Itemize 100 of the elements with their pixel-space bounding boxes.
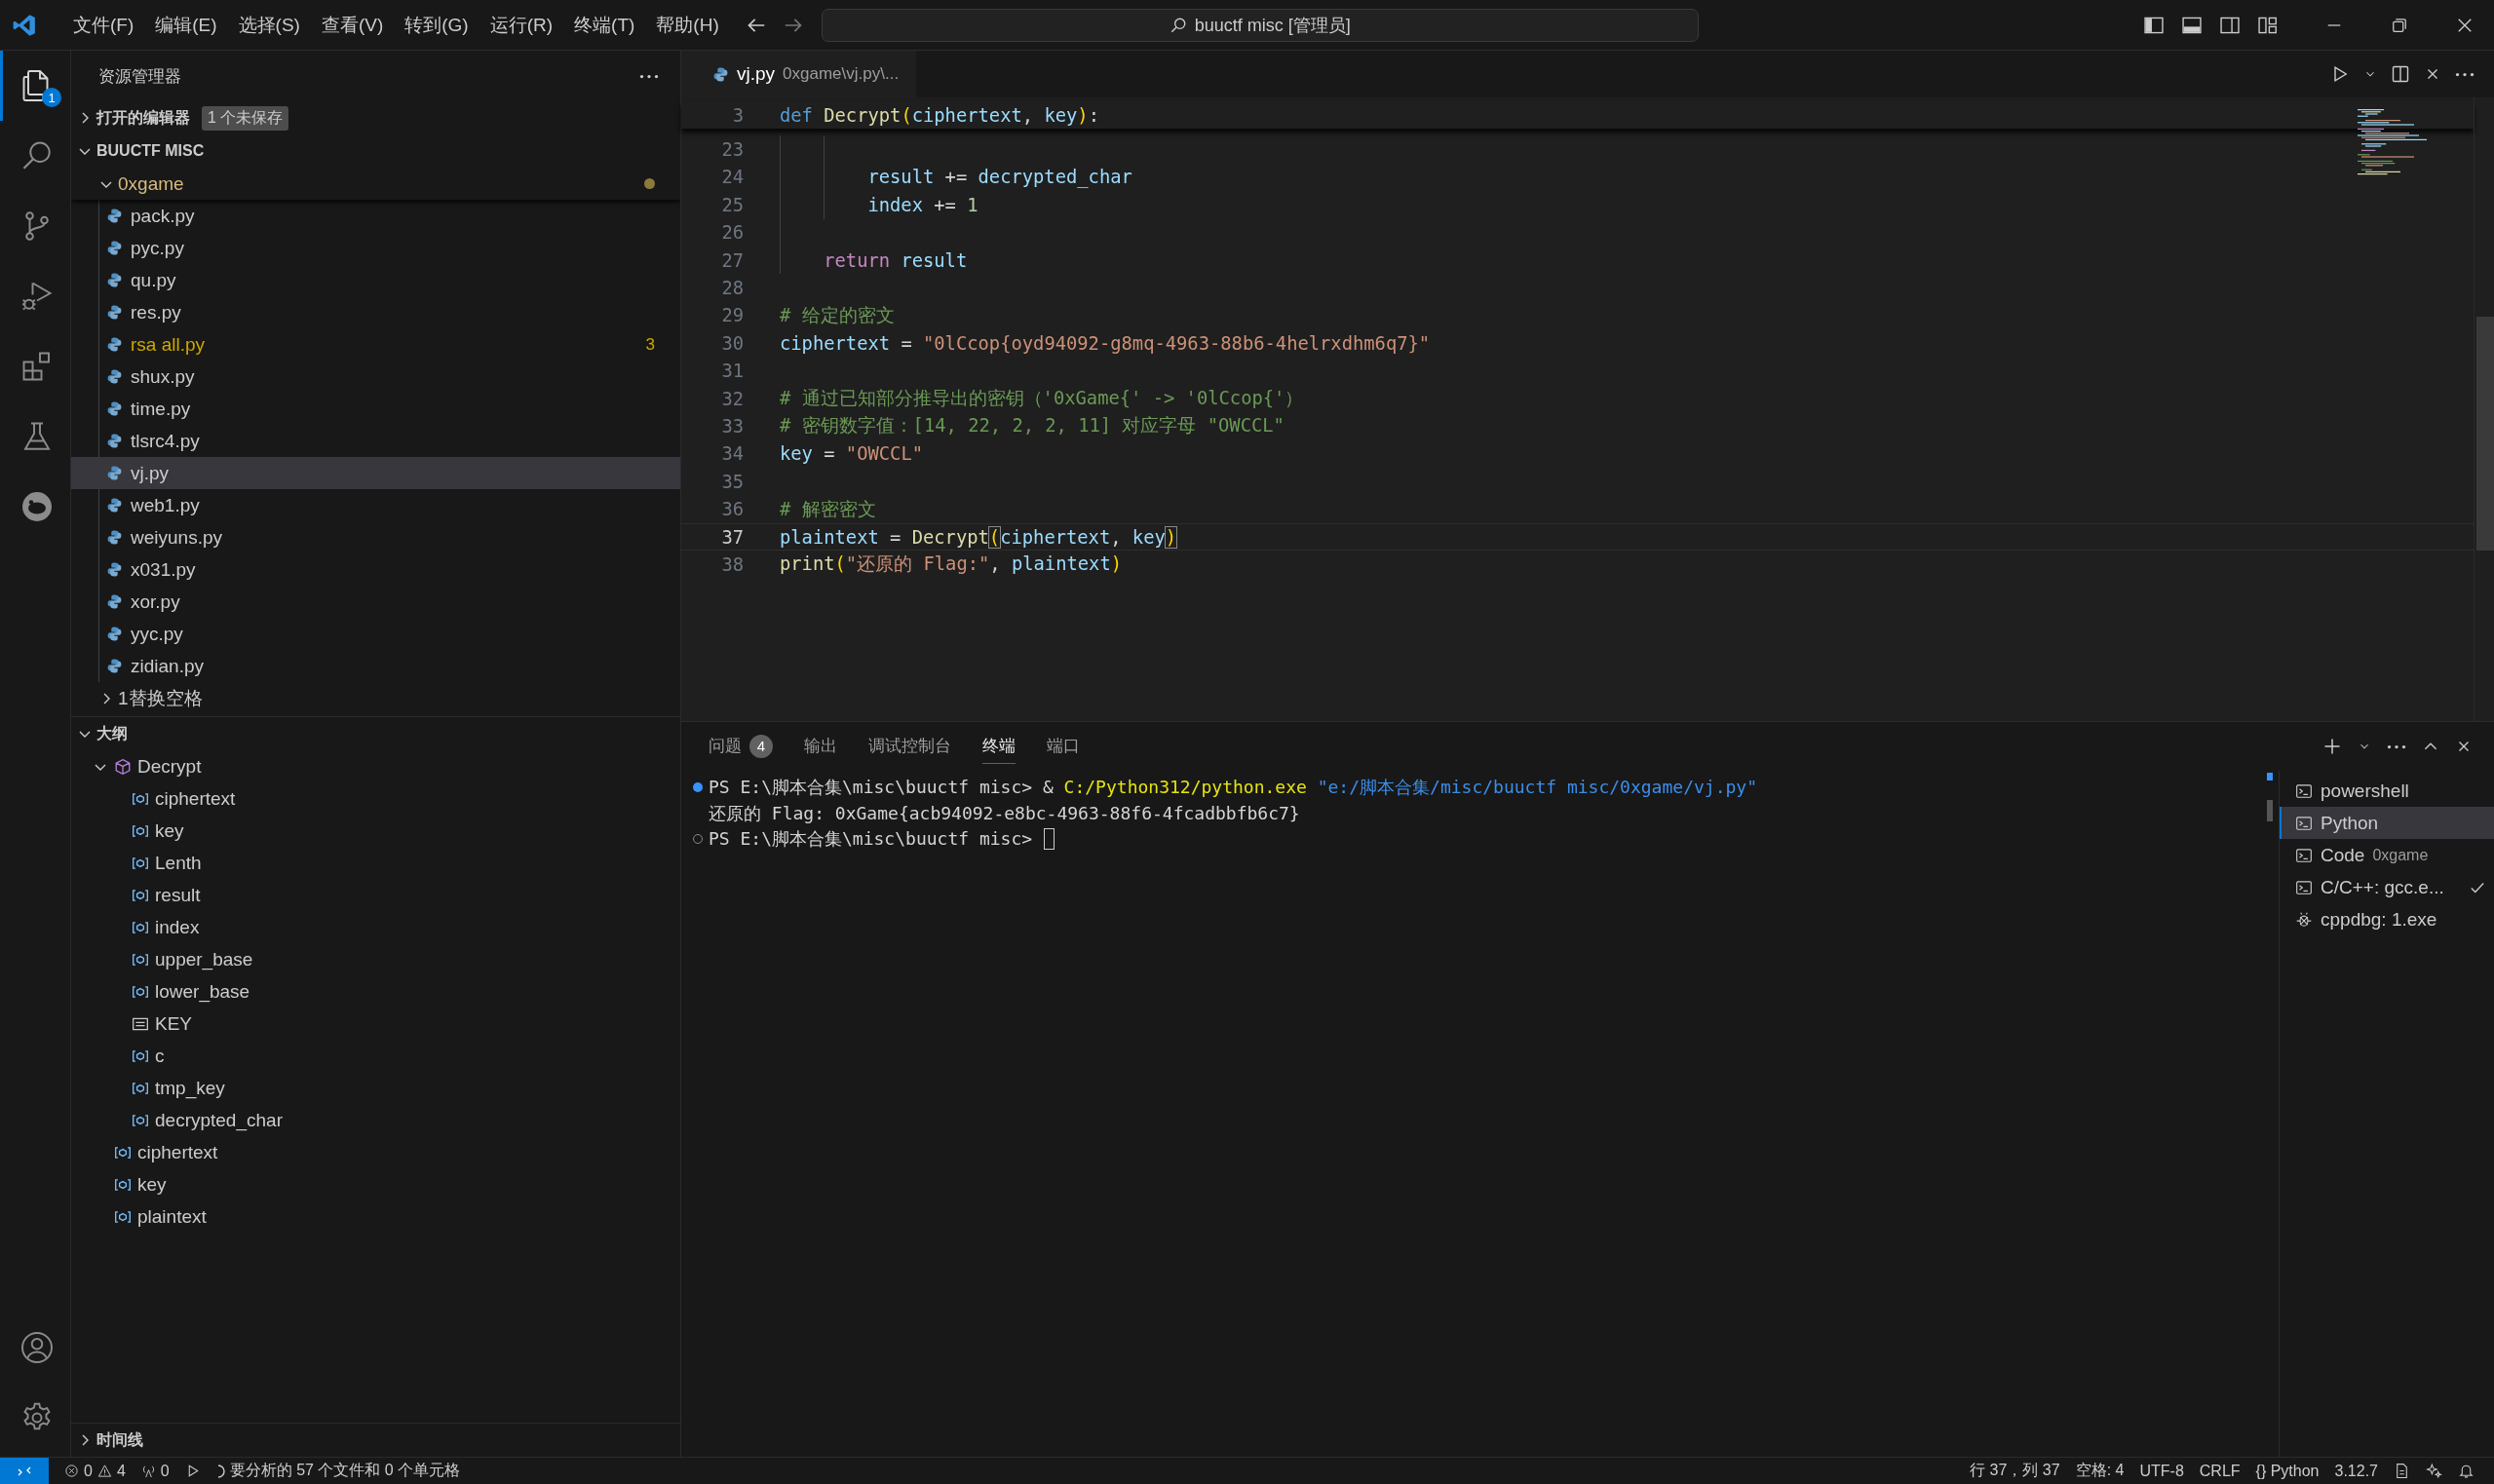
more-actions-icon[interactable] [639,73,659,79]
unsaved-badge: 1 个未保存 [202,105,289,131]
search-icon [1169,16,1187,34]
code-line: key = "OWCCL" [780,443,923,465]
file-row[interactable]: xor.py [71,586,680,618]
split-editor-icon[interactable] [2391,64,2410,84]
editor-tab[interactable]: vj.py 0xgame\vj.py\... [681,51,917,97]
outline-item[interactable]: result [71,879,680,911]
menu-item[interactable]: 运行(R) [479,8,564,42]
outline-item[interactable]: tmp_key [71,1072,680,1104]
line-number: 3 [731,104,744,126]
file-row[interactable]: zidian.py [71,650,680,682]
file-row[interactable]: weiyuns.py [71,521,680,553]
section-header[interactable]: BUUCTF MISC [96,142,205,160]
sparkle-icon[interactable] [2426,1463,2442,1479]
outline-item[interactable]: Decrypt [71,750,680,782]
outline-item[interactable]: index [71,911,680,943]
file-row[interactable]: yyc.py [71,618,680,650]
cursor-position[interactable]: 行 37，列 37 [1970,1461,2060,1481]
command-center[interactable]: buuctf misc [管理员] [821,8,1699,42]
menu-item[interactable]: 查看(V) [310,8,395,42]
file-row[interactable]: shux.py [71,361,680,393]
outline-item[interactable]: plaintext [71,1200,680,1233]
code-line: def Decrypt(ciphertext, key): [780,104,1099,126]
terminal-item[interactable]: Code 0xgame [2280,839,2494,871]
plus-icon[interactable] [2322,737,2342,756]
outline-item[interactable]: ciphertext [71,782,680,815]
folder-row[interactable]: 1替换空格 [71,682,680,714]
terminal-icon [2295,781,2313,800]
terminal-item[interactable]: powershell [2280,775,2494,807]
account-icon[interactable] [19,1330,55,1365]
warning-icon [96,1464,112,1478]
folder-row[interactable]: 0xgame [71,168,680,200]
python-file-icon [106,433,123,449]
section-header[interactable]: 时间线 [96,1429,143,1451]
line-number: 36 [720,499,744,520]
scroll-marker [2267,773,2273,780]
panel-tab[interactable]: 输出 [804,729,837,764]
python-file-icon [106,368,123,385]
terminal-item[interactable]: Python [2280,807,2494,839]
python-file-icon [106,658,123,674]
outline-item[interactable]: key [71,815,680,847]
terminal-item[interactable]: C/C++: gcc.e... [2280,871,2494,903]
panel-tab[interactable]: 终端 [982,729,1016,764]
file-row[interactable]: vj.py [71,457,680,489]
terminal-item[interactable]: cppdbg: 1.exe [2280,903,2494,935]
file-row[interactable]: web1.py [71,489,680,521]
file-row[interactable]: res.py [71,296,680,328]
line-number: 35 [720,471,744,492]
file-row[interactable]: pack.py [71,200,680,232]
panel-tab[interactable]: 调试控制台 [868,729,951,764]
terminal-icon [2295,814,2313,832]
bug-icon [2295,910,2313,929]
file-row[interactable]: qu.py [71,264,680,296]
spinner-icon [216,1464,225,1478]
interpreter-version[interactable]: 3.12.7 [2334,1462,2378,1480]
file-row[interactable]: tlsrc4.py [71,425,680,457]
file-row[interactable]: time.py [71,393,680,425]
panel-tab[interactable]: 端口 [1047,729,1080,764]
file-row[interactable]: x031.py [71,553,680,586]
bell-icon[interactable] [2458,1463,2475,1479]
scrollbar[interactable] [2267,800,2273,821]
language-status[interactable]: {} Python [2255,1462,2320,1480]
document-icon[interactable] [2394,1463,2410,1479]
outline-item[interactable]: Lenth [71,847,680,879]
file-row[interactable]: rsa all.py 3 [71,328,680,361]
outline-item[interactable]: key [71,1168,680,1200]
panel-tab[interactable]: 问题 4 [709,728,773,765]
python-file-icon [106,465,123,481]
sidebar-title: 资源管理器 [98,65,181,88]
menu-item[interactable]: 编辑(E) [144,8,228,42]
outline-item[interactable]: c [71,1040,680,1072]
menu-item[interactable]: 选择(S) [227,8,311,42]
outline-item[interactable]: upper_base [71,943,680,975]
python-file-icon [106,626,123,642]
problems-status[interactable]: 0 4 [64,1462,126,1480]
more-actions-icon[interactable] [2387,743,2406,749]
outline-item[interactable]: decrypted_char [71,1104,680,1136]
menu-item[interactable]: 帮助(H) [645,8,730,42]
analysis-status[interactable]: 要分析的 57 个文件和 0 个单元格 [216,1461,461,1481]
outline-item[interactable]: ciphertext [71,1136,680,1168]
line-number: 31 [720,361,744,382]
outline-item[interactable]: KEY [71,1008,680,1040]
menu-item[interactable]: 转到(G) [394,8,480,42]
python-file-icon [106,561,123,578]
menu-item[interactable]: 终端(T) [563,8,646,42]
line-ending-status[interactable]: CRLF [2199,1462,2241,1480]
problem-count: 3 [645,334,655,355]
scrollbar[interactable] [2476,317,2494,551]
file-row[interactable]: pyc.py [71,232,680,264]
menu-item[interactable]: 文件(F) [62,8,145,42]
section-header[interactable]: 打开的编辑器 [96,107,190,129]
section-header[interactable]: 大纲 [96,723,128,744]
ports-status[interactable]: 0 [140,1462,170,1480]
notification-badge: 1 [42,88,61,107]
more-actions-icon[interactable] [2455,71,2475,77]
indentation-status[interactable]: 空格: 4 [2075,1461,2125,1481]
outline-item[interactable]: lower_base [71,975,680,1008]
encoding-status[interactable]: UTF-8 [2139,1462,2184,1480]
terminal-line: PS E:\脚本合集\misc\buuctf misc> [709,827,1034,852]
